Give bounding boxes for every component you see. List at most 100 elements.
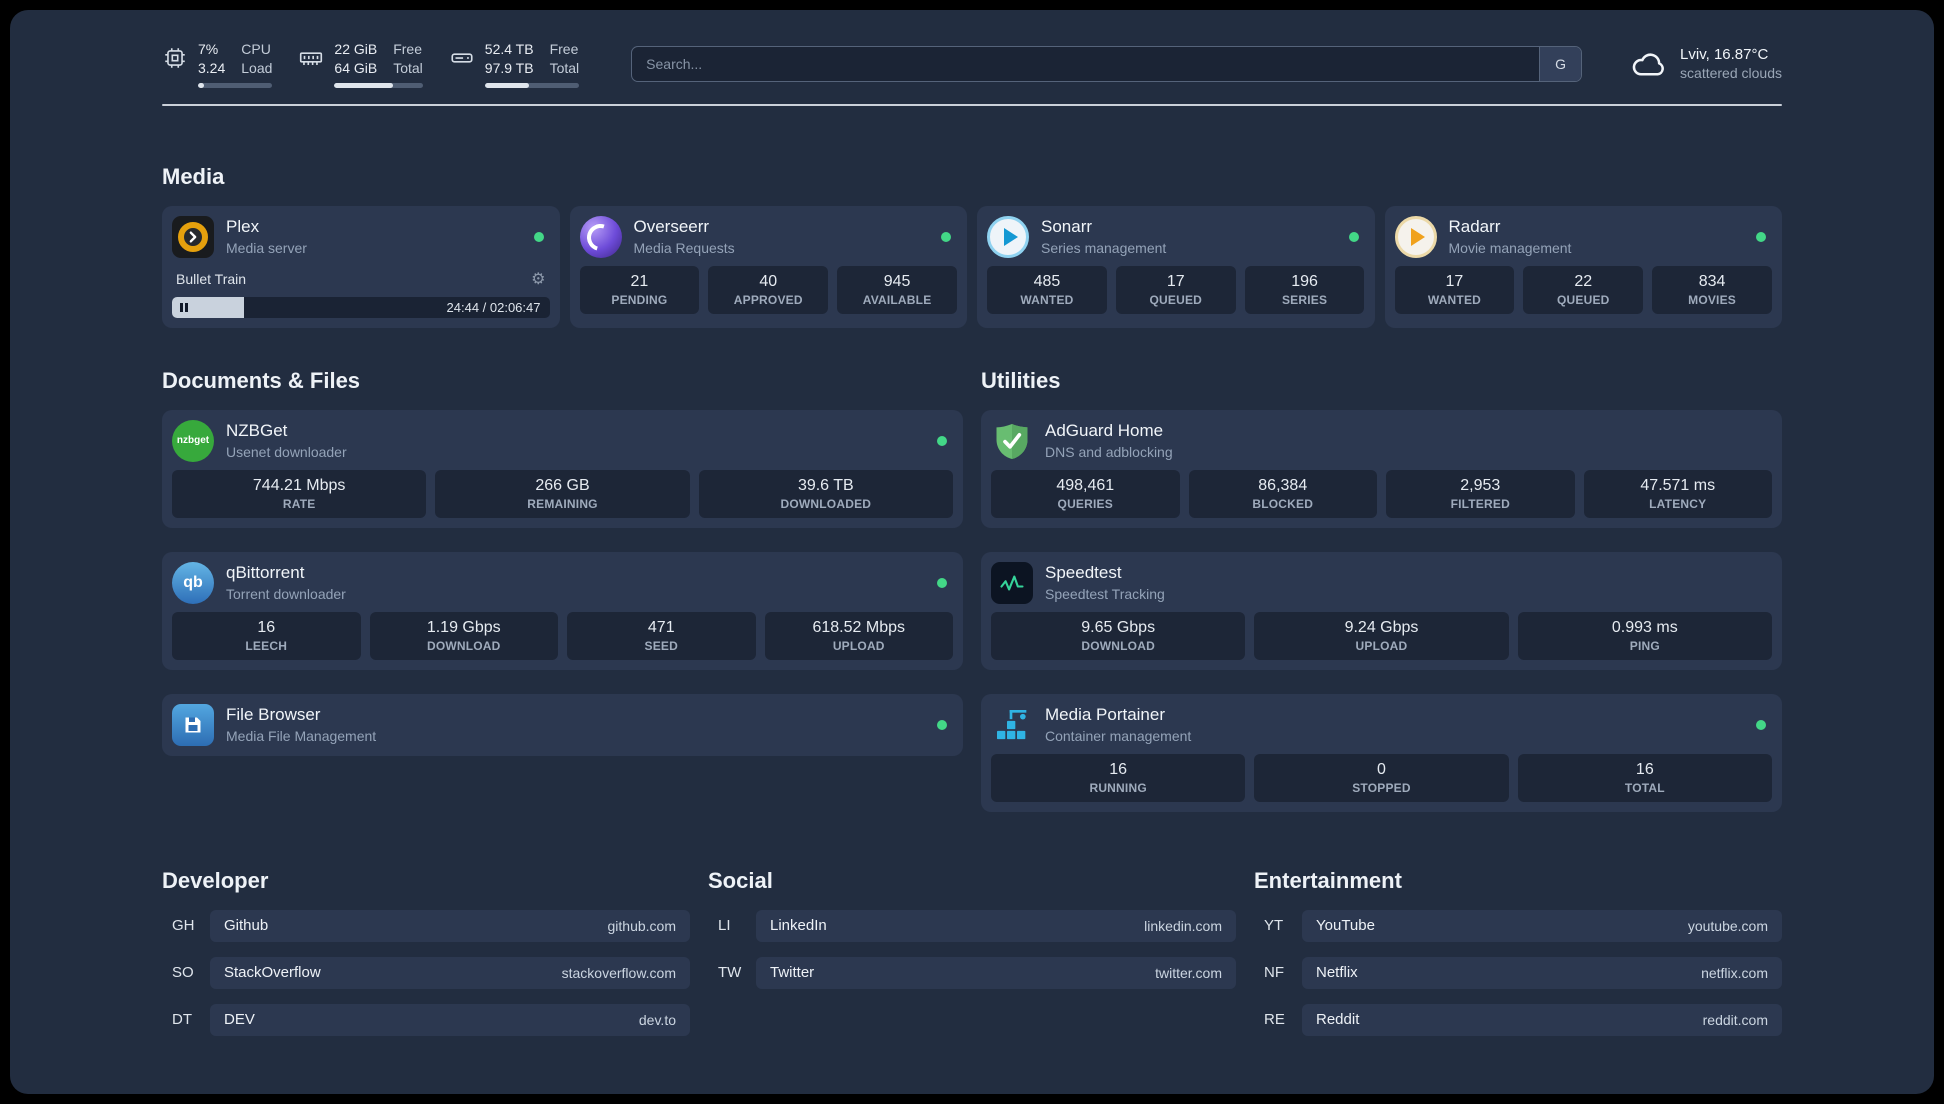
- sonarr-icon: [987, 215, 1029, 258]
- stat-label: DOWNLOAD: [1081, 638, 1155, 653]
- stat-box: 40 APPROVED: [708, 265, 829, 314]
- stat-label: MOVIES: [1688, 292, 1737, 307]
- now-playing-title: Bullet Train: [176, 270, 247, 287]
- service-card-sonarr[interactable]: Sonarr Series management 485 WANTED 17 Q…: [977, 205, 1375, 328]
- service-name: qBittorrent: [226, 563, 305, 583]
- disk-progress-track: [484, 82, 580, 88]
- memory-widget: 22 GiB 64 GiB Free Total: [298, 40, 423, 88]
- search-provider-button[interactable]: G: [1539, 46, 1582, 81]
- bookmark-twitter[interactable]: TW Twitter twitter.com: [708, 956, 1236, 989]
- status-dot: [1348, 231, 1359, 242]
- bookmark-reddit[interactable]: RE Reddit reddit.com: [1254, 1003, 1782, 1036]
- stat-box: 744.21 Mbps RATE: [172, 469, 427, 518]
- stat-label: DOWNLOADED: [780, 496, 872, 511]
- section-documents: Documents & Files nzbget NZBGet Usenet d…: [162, 368, 963, 812]
- stat-value: 498,461: [1056, 476, 1115, 494]
- service-card-filebrowser[interactable]: File Browser Media File Management: [162, 693, 963, 756]
- section-title-utilities: Utilities: [981, 367, 1061, 393]
- status-dot: [533, 231, 544, 242]
- cpu-load-label: Load: [241, 59, 273, 76]
- bookmark-abbr: DT: [172, 1011, 192, 1029]
- top-bar: 7% 3.24 CPU Load 22 GiB 64 GiB Free Tota…: [162, 10, 1782, 88]
- topbar-divider: [162, 103, 1782, 106]
- service-card-adguard[interactable]: AdGuard Home DNS and adblocking 498,461 …: [981, 409, 1782, 528]
- disk-total-value: 97.9 TB: [484, 59, 534, 76]
- stat-value: 16: [1109, 760, 1128, 778]
- cpu-usage-value: 7%: [198, 41, 219, 57]
- bookmark-dev[interactable]: DT DEV dev.to: [162, 1003, 690, 1036]
- stat-box: 16 RUNNING: [991, 753, 1246, 802]
- service-card-speedtest[interactable]: Speedtest Speedtest Tracking 9.65 Gbps D…: [981, 551, 1782, 670]
- bookmark-linkedin[interactable]: LI LinkedIn linkedin.com: [708, 909, 1236, 942]
- stat-value: 17: [1445, 272, 1464, 290]
- stat-box: 834 MOVIES: [1652, 265, 1772, 314]
- stat-label: UPLOAD: [832, 638, 885, 653]
- bookmark-url: youtube.com: [1687, 917, 1768, 934]
- stat-label: RATE: [282, 496, 316, 511]
- stat-box: 17 QUEUED: [1115, 265, 1236, 314]
- weather-condition: scattered clouds: [1680, 65, 1782, 82]
- service-card-portainer[interactable]: Media Portainer Container management 16 …: [981, 693, 1782, 812]
- stat-label: BLOCKED: [1252, 496, 1314, 511]
- search-input[interactable]: [631, 45, 1583, 82]
- bookmark-name: Reddit: [1316, 1011, 1360, 1029]
- stat-value: 9.24 Gbps: [1344, 618, 1419, 636]
- bookmark-netflix[interactable]: NF Netflix netflix.com: [1254, 956, 1782, 989]
- service-card-plex[interactable]: Plex Media server Bullet Train ⚙ 24:44 /…: [162, 205, 560, 328]
- stat-label: LEECH: [245, 638, 288, 653]
- bookmark-abbr: RE: [1264, 1011, 1285, 1029]
- status-dot: [1756, 231, 1766, 242]
- service-card-qbittorrent[interactable]: qb qBittorrent Torrent downloader 16 LEE…: [162, 551, 963, 670]
- stat-box: 471 SEED: [567, 611, 756, 660]
- service-card-radarr[interactable]: Radarr Movie management 17 WANTED 22 QUE…: [1384, 205, 1782, 328]
- service-name: AdGuard Home: [1045, 421, 1164, 441]
- stat-value: 834: [1698, 272, 1726, 290]
- filebrowser-icon: [172, 703, 214, 746]
- bookmark-name: Github: [224, 917, 269, 935]
- stat-value: 17: [1166, 272, 1185, 290]
- bookmark-name: LinkedIn: [770, 917, 827, 935]
- stat-box: 618.52 Mbps UPLOAD: [764, 611, 953, 660]
- section-social: Social LI LinkedIn linkedin.com TW Twitt…: [708, 868, 1236, 1051]
- bookmark-name: Netflix: [1316, 964, 1358, 982]
- stat-box: 39.6 TB DOWNLOADED: [698, 469, 953, 518]
- pause-icon[interactable]: [180, 297, 188, 318]
- service-name: Plex: [226, 217, 260, 237]
- stat-value: 22: [1574, 272, 1593, 290]
- memory-progress-track: [334, 82, 423, 88]
- disk-free-label: Free: [549, 41, 579, 57]
- service-name: Sonarr: [1041, 217, 1093, 237]
- bookmark-abbr: SO: [172, 964, 194, 982]
- bookmark-github[interactable]: GH Github github.com: [162, 909, 690, 942]
- bookmark-url: github.com: [607, 917, 676, 934]
- stat-label: AVAILABLE: [862, 292, 932, 307]
- speedtest-icon: [991, 561, 1033, 604]
- bookmark-youtube[interactable]: YT YouTube youtube.com: [1254, 909, 1782, 942]
- memory-total-label: Total: [393, 59, 423, 76]
- service-card-nzbget[interactable]: nzbget NZBGet Usenet downloader 744.21 M…: [162, 409, 963, 528]
- section-media: Media Plex Media server Bullet Train ⚙ 2…: [162, 164, 1782, 328]
- cpu-icon: [165, 48, 185, 68]
- playback-progress-track[interactable]: 24:44 / 02:06:47: [172, 296, 550, 318]
- stat-label: APPROVED: [733, 292, 803, 307]
- nzbget-icon-text: nzbget: [176, 435, 210, 447]
- stat-label: DOWNLOAD: [426, 638, 501, 653]
- overseerr-icon: [579, 215, 622, 258]
- bookmark-stackoverflow[interactable]: SO StackOverflow stackoverflow.com: [162, 956, 690, 989]
- stat-label: QUERIES: [1057, 496, 1113, 511]
- stat-label: RUNNING: [1089, 780, 1147, 795]
- disk-widget: 52.4 TB 97.9 TB Free Total: [449, 40, 580, 88]
- service-description: Container management: [1045, 728, 1192, 745]
- section-developer: Developer GH Github github.com SO StackO…: [162, 868, 690, 1051]
- qbittorrent-icon: qb: [172, 561, 214, 604]
- stat-value: 16: [257, 618, 276, 636]
- stat-value: 744.21 Mbps: [252, 476, 346, 494]
- disk-progress-fill: [484, 82, 530, 88]
- service-card-overseerr[interactable]: Overseerr Media Requests 21 PENDING 40 A…: [569, 205, 967, 328]
- cpu-load-value: 3.24: [198, 59, 226, 76]
- cpu-progress-track: [198, 82, 273, 88]
- dashboard: 7% 3.24 CPU Load 22 GiB 64 GiB Free Tota…: [10, 10, 1934, 1094]
- stat-label: REMAINING: [527, 496, 598, 511]
- stat-box: 0 STOPPED: [1254, 753, 1509, 802]
- gear-icon[interactable]: ⚙: [531, 269, 545, 289]
